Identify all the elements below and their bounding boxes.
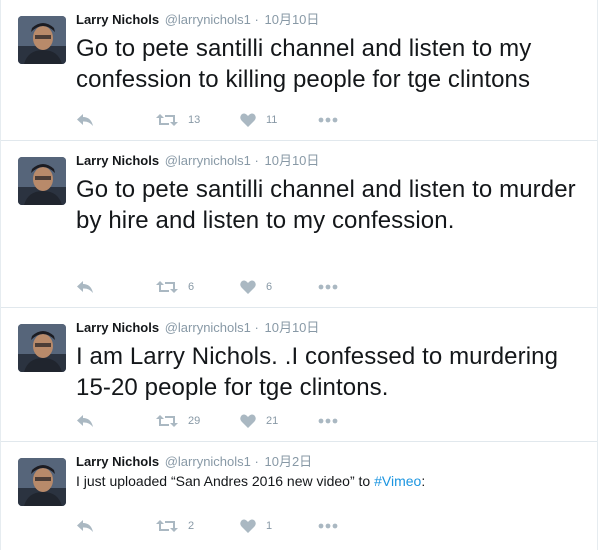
tweet-text-body: I just uploaded “San Andres 2016 new vid… xyxy=(76,473,375,489)
tweet-actions: 2 1 xyxy=(76,516,376,536)
reply-icon xyxy=(77,281,93,293)
more-button[interactable] xyxy=(318,110,338,130)
author-name[interactable]: Larry Nichols xyxy=(76,12,159,27)
heart-icon xyxy=(240,519,256,533)
heart-icon xyxy=(240,280,256,294)
tweet-text: I am Larry Nichols. .I confessed to murd… xyxy=(76,343,559,401)
tweet-actions: 29 21 xyxy=(76,411,376,431)
reply-button[interactable] xyxy=(76,411,94,431)
tweet-timestamp[interactable]: 10月10日 xyxy=(264,153,319,168)
more-button[interactable] xyxy=(318,411,338,431)
tweet-text-tail: : xyxy=(421,473,426,489)
author-name[interactable]: Larry Nichols xyxy=(76,454,159,469)
like-count: 6 xyxy=(266,281,273,293)
author-name[interactable]: Larry Nichols xyxy=(76,320,159,335)
author-handle[interactable]: @larrynichols1 xyxy=(165,153,251,168)
retweet-count: 29 xyxy=(188,415,201,427)
tweet-timestamp[interactable]: 10月10日 xyxy=(264,12,319,27)
tweet-header: Larry Nichols @larrynichols1 · 10月10日 xyxy=(76,12,319,28)
tweet-actions: 6 6 xyxy=(76,277,376,297)
retweet-count: 13 xyxy=(188,114,201,126)
heart-icon xyxy=(240,113,256,127)
author-handle[interactable]: @larrynichols1 xyxy=(165,454,251,469)
reply-icon xyxy=(77,114,93,126)
like-count: 21 xyxy=(266,415,279,427)
like-button[interactable]: 21 xyxy=(240,411,278,431)
reply-button[interactable] xyxy=(76,110,94,130)
tweet-timestamp[interactable]: 10月10日 xyxy=(264,320,319,335)
retweet-icon xyxy=(156,281,178,293)
like-button[interactable]: 11 xyxy=(240,110,277,130)
retweet-icon xyxy=(156,114,178,126)
tweet-item[interactable]: Larry Nichols @larrynichols1 · 10月10日 I … xyxy=(1,308,597,442)
avatar[interactable] xyxy=(18,458,66,506)
tweet-actions: 13 11 xyxy=(76,110,376,130)
hashtag-link[interactable]: #Vimeo xyxy=(374,473,421,489)
retweet-count: 6 xyxy=(188,281,195,293)
author-name[interactable]: Larry Nichols xyxy=(76,153,159,168)
retweet-icon xyxy=(156,520,178,532)
like-count: 11 xyxy=(266,114,278,126)
tweet-header: Larry Nichols @larrynichols1 · 10月2日 xyxy=(76,454,312,470)
separator-dot: · xyxy=(254,454,259,469)
retweet-button[interactable]: 13 xyxy=(156,110,200,130)
tweet-text: Go to pete santilli channel and listen t… xyxy=(76,35,532,93)
tweet-header: Larry Nichols @larrynichols1 · 10月10日 xyxy=(76,153,319,169)
like-button[interactable]: 1 xyxy=(240,516,272,536)
like-count: 1 xyxy=(266,520,273,532)
more-button[interactable] xyxy=(318,277,338,297)
tweet-timestamp[interactable]: 10月2日 xyxy=(264,454,312,469)
author-handle[interactable]: @larrynichols1 xyxy=(165,12,251,27)
retweet-button[interactable]: 6 xyxy=(156,277,194,297)
tweet-item[interactable]: Larry Nichols @larrynichols1 · 10月10日 Go… xyxy=(1,141,597,308)
reply-icon xyxy=(77,520,93,532)
reply-icon xyxy=(77,415,93,427)
more-button[interactable] xyxy=(318,516,338,536)
avatar[interactable] xyxy=(18,16,66,64)
avatar[interactable] xyxy=(18,157,66,205)
avatar[interactable] xyxy=(18,324,66,372)
tweet-header: Larry Nichols @larrynichols1 · 10月10日 xyxy=(76,320,319,336)
like-button[interactable]: 6 xyxy=(240,277,272,297)
tweet-text: I just uploaded “San Andres 2016 new vid… xyxy=(76,472,588,491)
author-handle[interactable]: @larrynichols1 xyxy=(165,320,251,335)
separator-dot: · xyxy=(254,320,259,335)
heart-icon xyxy=(240,414,256,428)
more-icon xyxy=(318,117,338,123)
more-icon xyxy=(318,284,338,290)
tweet-timeline: Larry Nichols @larrynichols1 · 10月10日 Go… xyxy=(0,0,598,550)
reply-button[interactable] xyxy=(76,516,94,536)
more-icon xyxy=(318,523,338,529)
retweet-count: 2 xyxy=(188,520,195,532)
reply-button[interactable] xyxy=(76,277,94,297)
retweet-icon xyxy=(156,415,178,427)
more-icon xyxy=(318,418,338,424)
retweet-button[interactable]: 2 xyxy=(156,516,194,536)
tweet-text: Go to pete santilli channel and listen t… xyxy=(76,176,576,234)
separator-dot: · xyxy=(254,12,259,27)
tweet-item[interactable]: Larry Nichols @larrynichols1 · 10月10日 Go… xyxy=(1,0,597,141)
retweet-button[interactable]: 29 xyxy=(156,411,200,431)
tweet-item[interactable]: Larry Nichols @larrynichols1 · 10月2日 I j… xyxy=(1,442,597,550)
separator-dot: · xyxy=(254,153,259,168)
